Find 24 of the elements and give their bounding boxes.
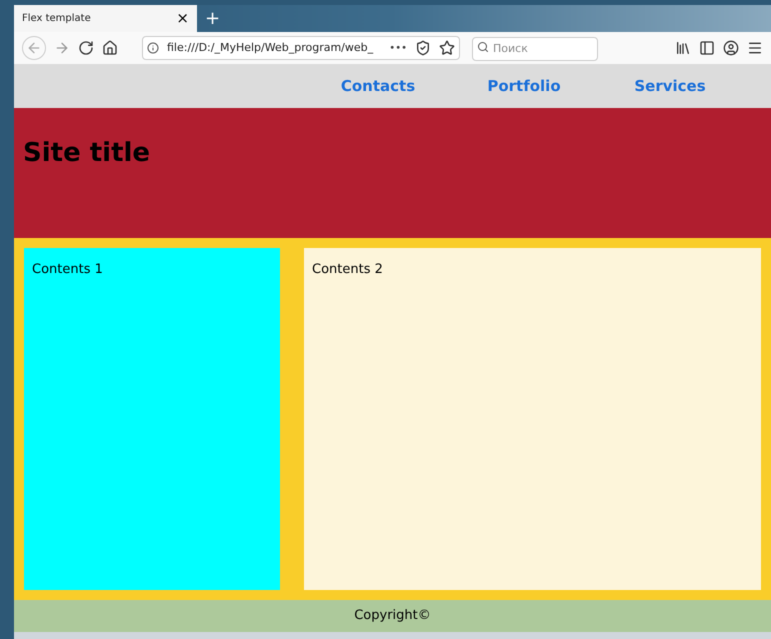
more-actions-button[interactable]: •••	[389, 40, 407, 56]
column-text: Contents 2	[312, 262, 383, 277]
info-icon[interactable]	[147, 42, 159, 54]
site-title: Site title	[23, 137, 152, 170]
new-tab-button[interactable]: +	[197, 5, 228, 32]
forward-icon[interactable]	[54, 40, 70, 56]
home-icon[interactable]	[102, 40, 118, 56]
nav-link[interactable]: Portfolio	[484, 74, 564, 98]
copyright-text: Copyright©	[354, 607, 431, 626]
sidebar-icon[interactable]	[699, 40, 715, 56]
browser-tab[interactable]: Flex template ×	[14, 5, 197, 32]
column-text: Contents 1	[32, 262, 103, 277]
search-icon	[477, 41, 489, 54]
search-field[interactable]: Поиск	[472, 36, 598, 61]
star-icon[interactable]	[439, 40, 455, 56]
menu-icon[interactable]	[747, 40, 763, 56]
nav-link[interactable]: Services	[630, 74, 710, 98]
library-icon[interactable]	[675, 40, 691, 56]
close-tab-button[interactable]: ×	[176, 11, 189, 26]
account-icon[interactable]	[723, 40, 739, 56]
address-field[interactable]: file:///D:/_MyHelp/Web_program/web_ •••	[142, 36, 460, 60]
nav-link[interactable]: Contacts	[338, 74, 418, 98]
reload-icon[interactable]	[78, 40, 94, 56]
tab-title: Flex template	[22, 12, 91, 26]
